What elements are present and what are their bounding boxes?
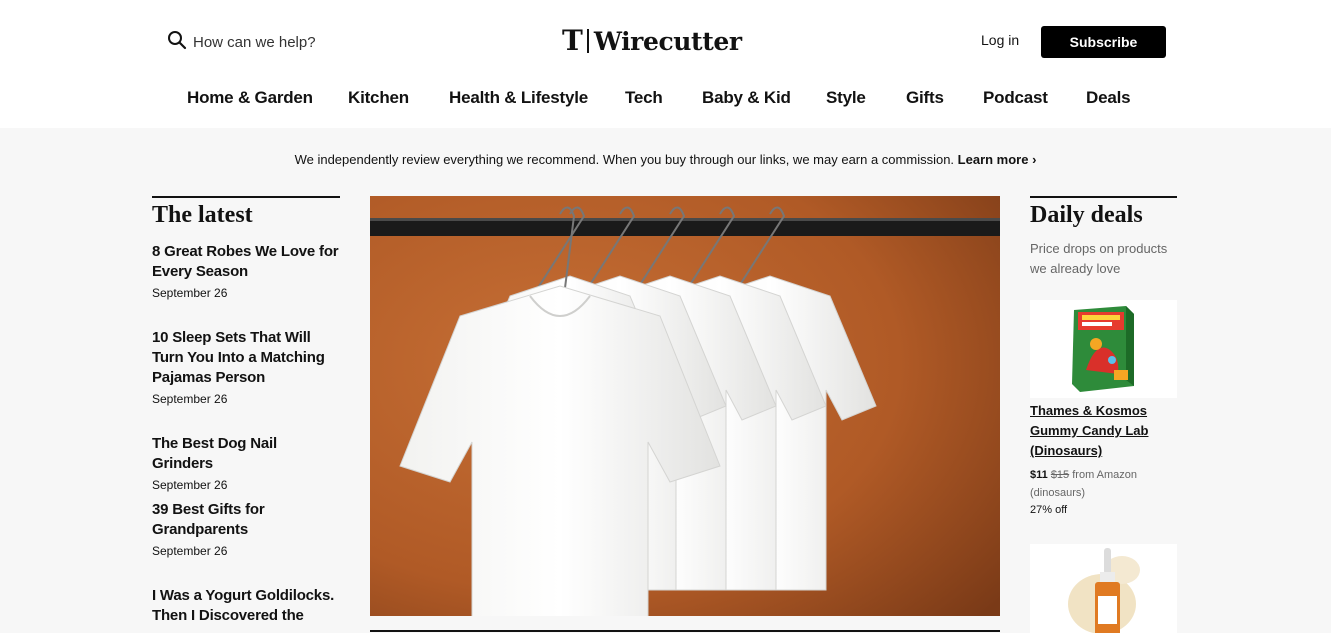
article-date: September 26 <box>152 286 228 300</box>
daily-deals-heading: Daily deals <box>1030 202 1143 228</box>
deal-variant: (dinosaurs) <box>1030 487 1086 499</box>
login-link[interactable]: Log in <box>981 32 1019 48</box>
nav-item-home-garden[interactable]: Home & Garden <box>187 88 313 108</box>
search-box[interactable]: How can we help? <box>167 28 316 56</box>
deal-price: $11 $15 from Amazon (dinosaurs) <box>1030 466 1177 502</box>
article-date: September 26 <box>152 544 228 558</box>
nyt-t-logo-icon: T <box>562 24 583 57</box>
nav-item-podcast[interactable]: Podcast <box>983 88 1048 108</box>
article-date: September 26 <box>152 392 228 406</box>
affiliate-disclosure: We independently review everything we re… <box>0 152 1331 167</box>
nav-item-style[interactable]: Style <box>826 88 866 108</box>
deal-product-link[interactable]: Thames & Kosmos Gummy Candy Lab (Dinosau… <box>1030 401 1177 461</box>
hero-image[interactable] <box>370 196 1000 616</box>
disclosure-text: We independently review everything we re… <box>294 152 955 167</box>
deal-image[interactable] <box>1030 300 1177 398</box>
nav-item-kitchen[interactable]: Kitchen <box>348 88 409 108</box>
section-rule <box>152 196 340 198</box>
article-title[interactable]: The Best Dog Nail Grinders <box>152 434 340 474</box>
article-date: September 26 <box>152 478 228 492</box>
serum-dropper-bottle-icon <box>1068 548 1140 633</box>
learn-more-link[interactable]: Learn more › <box>958 152 1037 167</box>
article-title[interactable]: 8 Great Robes We Love for Every Season <box>152 242 340 282</box>
deal-discount: 27% off <box>1030 504 1068 516</box>
daily-deals-subtitle: Price drops on products we already love <box>1030 241 1168 276</box>
article-title[interactable]: I Was a Yogurt Goldilocks. Then I Discov… <box>152 586 340 626</box>
logo-wordmark: Wirecutter <box>593 26 742 56</box>
article-title[interactable]: 10 Sleep Sets That Will Turn You Into a … <box>152 328 340 388</box>
logo-divider <box>586 29 589 53</box>
wirecutter-logo[interactable]: T Wirecutter <box>562 24 742 58</box>
nav-item-gifts[interactable]: Gifts <box>906 88 944 108</box>
search-icon[interactable] <box>167 30 187 55</box>
site-header: How can we help? T Wirecutter Log in Sub… <box>0 0 1331 128</box>
section-rule <box>1030 196 1177 198</box>
nav-item-baby-kid[interactable]: Baby & Kid <box>702 88 791 108</box>
hero-rule <box>370 630 1000 632</box>
deal-source: from Amazon <box>1072 469 1138 481</box>
list-item[interactable]: I Was a Yogurt Goldilocks. Then I Discov… <box>152 586 340 626</box>
daily-deals-section: Daily deals Price drops on products we a… <box>1030 196 1177 633</box>
white-tshirts-icon <box>370 196 1000 616</box>
deal-image[interactable] <box>1030 544 1177 633</box>
nav-item-tech[interactable]: Tech <box>625 88 663 108</box>
latest-heading: The latest <box>152 202 253 228</box>
search-input[interactable]: How can we help? <box>193 34 316 51</box>
main-nav: Home & Garden Kitchen Health & Lifestyle… <box>0 88 1331 112</box>
list-item[interactable]: The Best Dog Nail Grinders September 26 <box>152 434 340 492</box>
gummy-candy-lab-box-icon <box>1072 306 1134 392</box>
article-title[interactable]: 39 Best Gifts for Grandparents <box>152 500 340 540</box>
nav-item-health-lifestyle[interactable]: Health & Lifestyle <box>449 88 588 108</box>
subscribe-button[interactable]: Subscribe <box>1041 26 1166 58</box>
latest-section: The latest 8 Great Robes We Love for Eve… <box>152 196 340 624</box>
deal-current-price: $11 <box>1030 469 1048 481</box>
list-item[interactable]: 8 Great Robes We Love for Every Season S… <box>152 242 340 300</box>
list-item[interactable]: 10 Sleep Sets That Will Turn You Into a … <box>152 328 340 406</box>
list-item[interactable]: 39 Best Gifts for Grandparents September… <box>152 500 340 558</box>
deal-original-price: $15 <box>1050 469 1070 481</box>
nav-item-deals[interactable]: Deals <box>1086 88 1131 108</box>
